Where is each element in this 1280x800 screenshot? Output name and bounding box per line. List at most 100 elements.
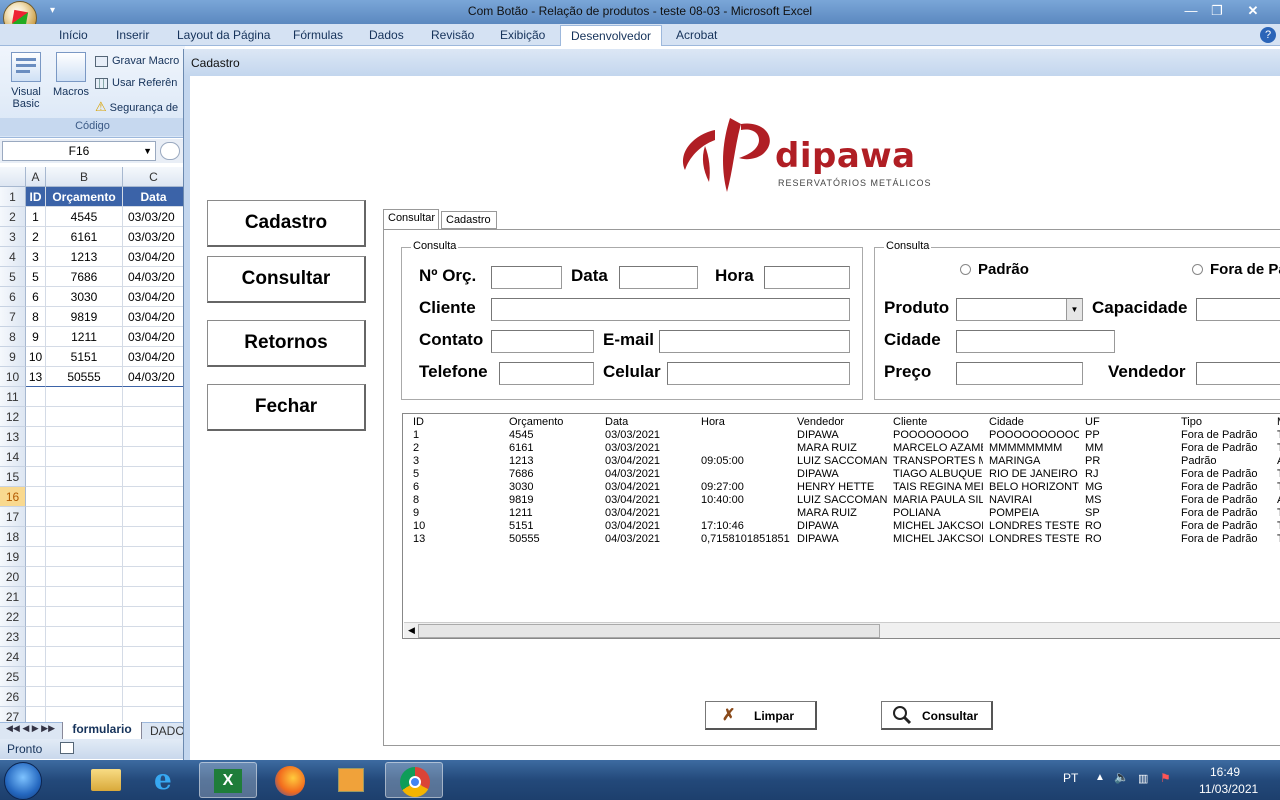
media-player-taskbar-icon[interactable] <box>322 762 380 798</box>
sheet-cell[interactable]: 3 <box>26 247 46 267</box>
sheet-cell[interactable]: 2 <box>26 227 46 247</box>
sheet-cell[interactable]: 13 <box>26 367 46 387</box>
sheet-cell[interactable] <box>26 427 46 447</box>
contato-input[interactable] <box>491 330 594 353</box>
produto-combobox[interactable]: ▼ <box>956 298 1083 321</box>
sheet-cell[interactable] <box>123 687 185 707</box>
limpar-button[interactable]: ✗ Limpar <box>705 701 817 730</box>
sheet-cell[interactable] <box>123 547 185 567</box>
sheet-cell[interactable]: 3030 <box>46 287 123 307</box>
row-header[interactable]: 5 <box>0 267 26 287</box>
sheet-header-cell[interactable]: ID <box>26 187 46 207</box>
results-listbox[interactable]: ID Orçamento Data Hora Vendedor Cliente Cidade… <box>402 413 1280 639</box>
sheet-cell[interactable] <box>26 447 46 467</box>
sheet-cell[interactable]: 6161 <box>46 227 123 247</box>
row-header[interactable]: 18 <box>0 527 26 547</box>
select-all-corner[interactable] <box>0 167 26 187</box>
list-item[interactable]: 2 6161 03/03/2021 MARA RUIZ MARCELO AZAMBU MM… <box>403 442 1280 455</box>
row-header[interactable]: 25 <box>0 667 26 687</box>
sheet-cell[interactable]: 9819 <box>46 307 123 327</box>
sheet-cell[interactable] <box>26 467 46 487</box>
sheet-cell[interactable] <box>46 407 123 427</box>
sheet-cell[interactable]: 03/04/20 <box>123 327 185 347</box>
sheet-cell[interactable] <box>46 627 123 647</box>
row-header[interactable]: 19 <box>0 547 26 567</box>
list-item[interactable]: 5 7686 04/03/2021 DIPAWA TIAGO ALBUQUER RIO D… <box>403 468 1280 481</box>
sheet-cell[interactable]: 5151 <box>46 347 123 367</box>
row-header[interactable]: 16 <box>0 487 26 507</box>
row-header[interactable]: 22 <box>0 607 26 627</box>
sheet-cell[interactable]: 03/04/20 <box>123 307 185 327</box>
tab-revisao[interactable]: Revisão <box>431 28 474 42</box>
clock-time[interactable]: 16:49 <box>1210 765 1240 779</box>
row-header[interactable]: 15 <box>0 467 26 487</box>
list-item[interactable]: 3 1213 03/04/2021 09:05:00 LUIZ SACCOMANI TRA… <box>403 455 1280 468</box>
email-input[interactable] <box>659 330 850 353</box>
column-header-b[interactable]: B <box>46 167 123 187</box>
cliente-input[interactable] <box>491 298 850 321</box>
sheet-cell[interactable]: 04/03/20 <box>123 367 185 387</box>
sheet-cell[interactable] <box>46 487 123 507</box>
help-icon[interactable]: ? <box>1260 27 1276 43</box>
tray-expand-icon[interactable]: ▲ <box>1095 772 1105 783</box>
sheet-cell[interactable] <box>123 647 185 667</box>
row-header[interactable]: 4 <box>0 247 26 267</box>
row-header[interactable]: 10 <box>0 367 26 387</box>
sheet-nav-arrows-icon[interactable]: ◀◀ ◀ ▶ ▶▶ <box>6 723 55 734</box>
row-header[interactable]: 9 <box>0 347 26 367</box>
macro-record-icon[interactable] <box>60 742 74 754</box>
n-orc-input[interactable] <box>491 266 562 289</box>
ie-taskbar-icon[interactable]: e <box>138 762 196 798</box>
consultar-side-button[interactable]: Consultar <box>207 256 366 303</box>
list-item[interactable]: 13 50555 04/03/2021 0,7158101851851 DIPAWA MI… <box>403 533 1280 546</box>
close-button[interactable]: ✕ <box>1240 2 1266 20</box>
sheet-cell[interactable] <box>123 427 185 447</box>
name-box[interactable]: F16 ▼ <box>2 141 156 161</box>
macros-button[interactable]: Macros <box>51 52 91 112</box>
sheet-cell[interactable] <box>46 447 123 467</box>
tab-dados[interactable]: Dados <box>369 28 404 42</box>
sheet-cell[interactable] <box>46 527 123 547</box>
tab-formulas[interactable]: Fórmulas <box>293 28 343 42</box>
row-header[interactable]: 2 <box>0 207 26 227</box>
cadastro-button[interactable]: Cadastro <box>207 200 366 247</box>
fechar-button[interactable]: Fechar <box>207 384 366 431</box>
sheet-cell[interactable] <box>26 587 46 607</box>
padrao-radio[interactable] <box>960 264 971 275</box>
row-header[interactable]: 7 <box>0 307 26 327</box>
notification-flag-icon[interactable]: ⚑ <box>1160 771 1171 785</box>
sheet-cell[interactable] <box>46 507 123 527</box>
minimize-button[interactable]: — <box>1178 2 1204 20</box>
hora-input[interactable] <box>764 266 850 289</box>
sheet-cell[interactable] <box>123 507 185 527</box>
sheet-cell[interactable] <box>123 667 185 687</box>
sheet-cell[interactable] <box>123 487 185 507</box>
sheet-cell[interactable] <box>46 467 123 487</box>
scrollbar-thumb[interactable] <box>418 624 880 638</box>
restore-button[interactable]: ❐ <box>1204 2 1230 20</box>
sheet-cell[interactable] <box>26 487 46 507</box>
tab-cadastro[interactable]: Cadastro <box>441 211 497 229</box>
sheet-cell[interactable] <box>123 527 185 547</box>
data-input[interactable] <box>619 266 698 289</box>
sheet-cell[interactable]: 1 <box>26 207 46 227</box>
sheet-cell[interactable]: 5 <box>26 267 46 287</box>
row-header[interactable]: 23 <box>0 627 26 647</box>
row-header[interactable]: 26 <box>0 687 26 707</box>
sheet-cell[interactable]: 50555 <box>46 367 123 387</box>
sheet-tab-formulario[interactable]: formulario <box>62 722 142 740</box>
visual-basic-button[interactable]: Visual Basic <box>8 52 44 112</box>
row-header[interactable]: 24 <box>0 647 26 667</box>
quick-access-toolbar-icon[interactable]: ▾ <box>50 5 55 16</box>
sheet-cell[interactable] <box>46 547 123 567</box>
sheet-cell[interactable]: 8 <box>26 307 46 327</box>
sheet-cell[interactable] <box>26 407 46 427</box>
volume-icon[interactable]: 🔈 <box>1114 770 1129 784</box>
capacidade-input[interactable] <box>1196 298 1280 321</box>
sheet-cell[interactable] <box>123 567 185 587</box>
start-button-icon[interactable] <box>4 762 42 800</box>
scroll-left-icon[interactable]: ◀ <box>408 625 415 636</box>
sheet-cell[interactable] <box>123 587 185 607</box>
sheet-cell[interactable] <box>26 527 46 547</box>
formula-expand-icon[interactable] <box>160 142 180 160</box>
